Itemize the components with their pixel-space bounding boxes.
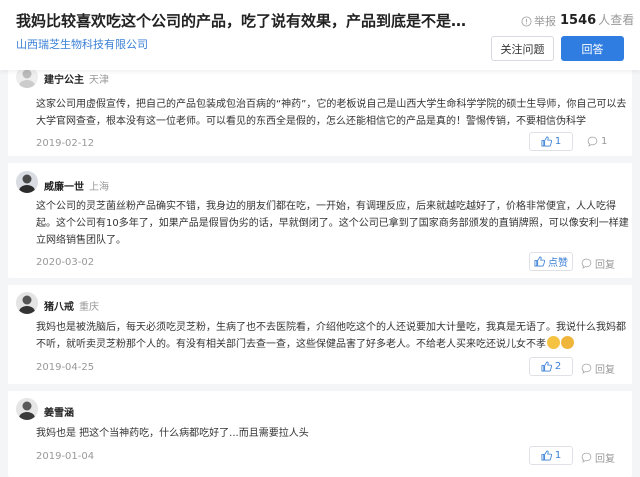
thumbs-up-icon xyxy=(541,450,552,461)
reply-button[interactable]: 回复 xyxy=(581,450,615,465)
question-header: 我妈比较喜欢吃这个公司的产品，吃了说有效果，产品到底是不是所说的效... 山西瑞… xyxy=(0,0,640,70)
answer-content: 我妈也是被洗脑后，每天必须吃灵芝粉，生病了也不去医院看，介绍他吃这个的人还说要加… xyxy=(36,322,626,350)
like-button[interactable]: 1 xyxy=(529,132,573,151)
answer-content: 这个公司的灵芝菌丝粉产品确实不错，我身边的朋友们都在吃，一开始，有调理反应，后来… xyxy=(36,201,629,246)
company-link[interactable]: 山西瑞芝生物科技有限公司 xyxy=(16,36,148,52)
view-count-number: 1546 xyxy=(560,13,597,28)
comment-icon xyxy=(581,258,592,269)
answer-content: 我妈也是 把这个当神药吃，什么病都吃好了...而且需要拉人头 xyxy=(36,428,309,439)
question-title[interactable]: 我妈比较喜欢吃这个公司的产品，吃了说有效果，产品到底是不是所说的效... xyxy=(16,10,476,31)
thumbs-up-icon xyxy=(541,136,552,147)
report-button[interactable]: 举报 xyxy=(521,13,556,29)
answer-card: 姜雪涵 我妈也是 把这个当神药吃，什么病都吃好了...而且需要拉人头 2019-… xyxy=(8,391,632,477)
author-name[interactable]: 建宁公主 天津 xyxy=(44,71,109,86)
author-name[interactable]: 姜雪涵 xyxy=(44,404,74,419)
comment-icon xyxy=(587,136,598,147)
avatar[interactable] xyxy=(16,171,38,193)
warning-icon xyxy=(521,15,532,27)
reply-button[interactable]: 回复 xyxy=(581,361,615,376)
reply-button[interactable]: 回复 xyxy=(581,256,615,271)
comment-icon xyxy=(581,452,592,463)
answer-date: 2019-02-12 xyxy=(36,138,95,149)
answer-card: 猪八戒 重庆 我妈也是被洗脑后，每天必须吃灵芝粉，生病了也不去医院看，介绍他吃这个… xyxy=(8,285,632,384)
author-location: 天津 xyxy=(89,75,109,86)
view-count-suffix: 人查看 xyxy=(598,13,635,27)
like-button[interactable]: 1 xyxy=(529,446,573,465)
view-count: 1546 人查看 xyxy=(560,11,634,28)
answer-button[interactable]: 回答 xyxy=(561,36,624,61)
answer-card: 建宁公主 天津 这家公司用虚假宣传，把自己的产品包装成包治百病的“神药”，它的老板… xyxy=(8,58,632,156)
thumbs-up-icon xyxy=(541,361,552,372)
thumbs-up-icon xyxy=(534,256,545,267)
author-name[interactable]: 猪八戒 重庆 xyxy=(44,298,99,313)
answer-date: 2019-04-25 xyxy=(36,362,95,373)
answer-card: 威廉一世 上海 这个公司的灵芝菌丝粉产品确实不错，我身边的朋友们都在吃，一开始，有… xyxy=(8,163,632,278)
author-location: 上海 xyxy=(89,182,109,193)
report-label: 举报 xyxy=(534,15,556,28)
like-button[interactable]: 点赞 xyxy=(529,252,573,271)
like-button[interactable]: 2 xyxy=(529,357,573,376)
author-location: 重庆 xyxy=(79,302,99,313)
answer-date: 2020-03-02 xyxy=(36,257,95,268)
follow-question-button[interactable]: 关注问题 xyxy=(491,36,554,61)
answer-content: 这家公司用虚假宣传，把自己的产品包装成包治百病的“神药”，它的老板说自己是山西大… xyxy=(36,99,627,127)
avatar[interactable] xyxy=(16,292,38,314)
comment-icon xyxy=(581,363,592,374)
weary-face-icon xyxy=(561,336,574,349)
reply-button[interactable]: 1 xyxy=(587,136,607,147)
avatar[interactable] xyxy=(16,398,38,420)
crying-face-icon xyxy=(547,336,560,349)
answer-date: 2019-01-04 xyxy=(36,451,95,462)
author-name[interactable]: 威廉一世 上海 xyxy=(44,178,109,193)
